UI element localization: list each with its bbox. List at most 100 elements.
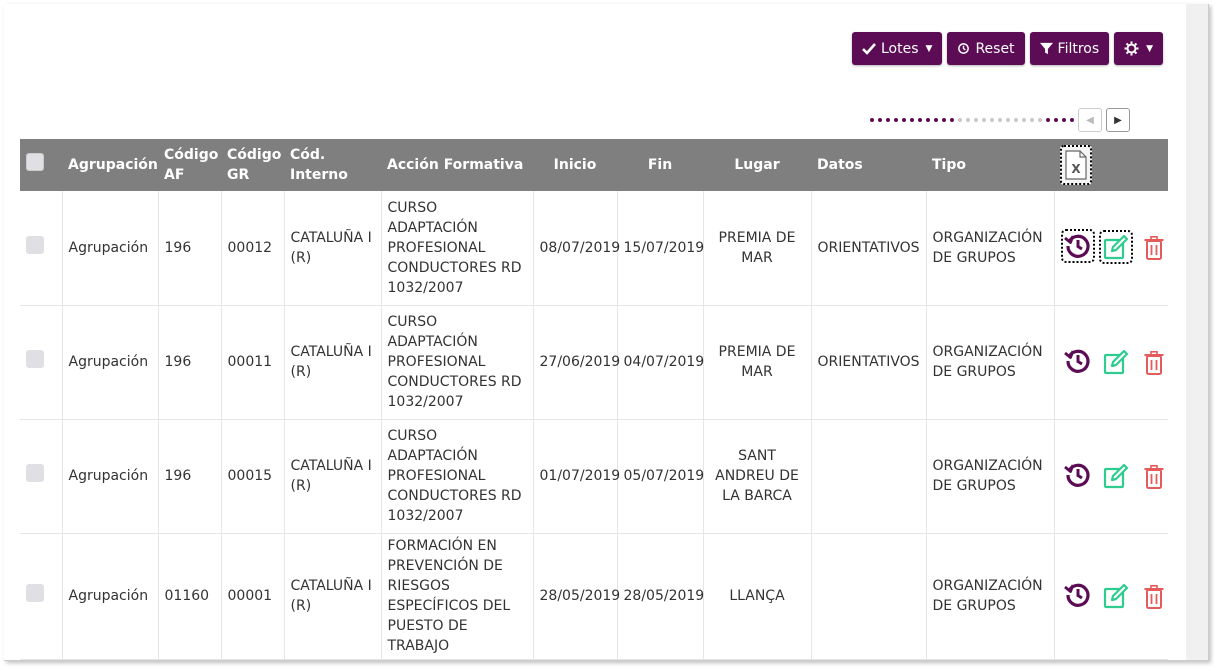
pager-dot [974,118,978,122]
header-fin[interactable]: Fin [617,139,703,191]
history-icon [1063,463,1090,487]
reset-button[interactable]: Reset [947,32,1025,65]
table-row[interactable]: Agrupación 196 00011 CATALUÑA I (R) CURS… [20,305,1171,420]
table-row[interactable]: Agrupación 196 00015 CATALUÑA I (R) CURS… [20,419,1171,534]
header-datos[interactable]: Datos [811,139,926,191]
header-agrupacion[interactable]: Agrupación [62,139,158,191]
filtros-button[interactable]: Filtros [1029,32,1110,65]
cell-accion-formativa: CURSO ADAPTACIÓN PROFESIONAL CONDUCTORES… [381,305,534,420]
header-actions: X [1054,139,1168,191]
reset-label: Reset [975,40,1015,57]
cell-fin: 05/07/2019 [617,419,704,534]
cell-cod-interno: CATALUÑA I (R) [284,305,382,420]
cell-codigo-af: 196 [158,191,222,306]
row-checkbox[interactable] [26,235,44,254]
select-all-checkbox[interactable] [26,153,44,171]
cell-datos [811,533,927,660]
cell-inicio: 01/07/2019 [533,419,620,534]
header-accion-formativa[interactable]: Acción Formativa [381,139,533,191]
history-button[interactable] [1061,344,1095,378]
edit-icon [1103,235,1129,260]
check-icon [862,42,876,55]
cell-cod-interno: CATALUÑA I (R) [284,533,382,660]
cell-agrupacion: Agrupación [62,533,159,660]
prev-page-button[interactable]: ◀ [1078,108,1102,132]
cell-fin: 28/05/2019 [617,533,704,660]
excel-export-button[interactable]: X [1060,144,1092,185]
cell-accion-formativa: CURSO ADAPTACIÓN PROFESIONAL CONDUCTORES… [381,191,534,306]
pager-dot [1038,118,1042,122]
pager-dot [934,118,938,122]
edit-button[interactable] [1098,230,1133,265]
cell-agrupacion: Agrupación [62,191,159,306]
pager-dot [990,118,994,122]
gear-icon [1124,41,1139,56]
pager-dot [878,118,882,122]
header-cod-interno[interactable]: Cód. Interno [284,139,381,191]
lotes-button[interactable]: Lotes ▼ [852,32,943,65]
pager-dot [1070,118,1074,122]
history-button[interactable] [1060,229,1095,264]
header-codigo-gr-line2: GR [227,167,250,183]
edit-button[interactable] [1099,459,1133,493]
trash-icon [1144,464,1164,489]
delete-button[interactable] [1137,231,1171,265]
cell-codigo-af: 196 [158,305,222,420]
select-all-cell [20,139,62,191]
row-checkbox[interactable] [26,584,44,602]
row-actions [1054,305,1171,420]
table-row[interactable]: Agrupación 01160 00001 CATALUÑA I (R) FO… [20,533,1171,660]
cell-fin: 15/07/2019 [617,191,704,306]
header-lugar[interactable]: Lugar [703,139,811,191]
pager-dot [998,118,1002,122]
pager-dot [870,118,874,122]
history-button[interactable] [1061,458,1095,492]
row-checkbox[interactable] [26,350,44,368]
cell-cod-interno: CATALUÑA I (R) [284,419,382,534]
cell-lugar: SANT ANDREU DE LA BARCA [703,419,812,534]
delete-button[interactable] [1137,346,1171,380]
row-select-cell [20,191,63,306]
cell-tipo: ORGANIZACIÓN DE GRUPOS [926,191,1055,306]
data-table: Agrupación Código AF Código GR Cód. Interno… [20,139,1168,660]
cell-datos: ORIENTATIVOS [811,305,927,420]
header-codigo-gr[interactable]: Código GR [221,139,284,191]
table-header-row: Agrupación Código AF Código GR Cód. Interno… [20,139,1168,191]
row-select-cell [20,305,63,420]
header-codigo-af[interactable]: Código AF [158,139,221,191]
pager-dot [894,118,898,122]
excel-export-icon: X [1065,149,1087,180]
cell-cod-interno: CATALUÑA I (R) [284,191,382,306]
cell-codigo-gr: 00001 [221,533,285,660]
vertical-scrollbar[interactable] [1186,4,1208,660]
cell-tipo: ORGANIZACIÓN DE GRUPOS [926,419,1055,534]
lotes-label: Lotes [881,40,919,57]
cell-codigo-af: 01160 [158,533,222,660]
toolbar: Lotes ▼ Reset Filtros ▼ [852,32,1164,65]
header-tipo[interactable]: Tipo [926,139,1054,191]
history-button[interactable] [1061,578,1095,612]
filter-icon [1039,42,1053,55]
pager-dot [902,118,906,122]
history-icon [1063,349,1090,373]
edit-button[interactable] [1099,579,1133,613]
cell-lugar: PREMIA DE MAR [703,191,812,306]
settings-button[interactable]: ▼ [1114,32,1164,65]
cell-inicio: 08/07/2019 [533,191,620,306]
table-row[interactable]: Agrupación 196 00012 CATALUÑA I (R) CURS… [20,191,1171,306]
pager-dot [926,118,930,122]
header-codigo-af-line1: Código [164,147,219,163]
delete-button[interactable] [1137,460,1171,494]
pager-dot [966,118,970,122]
next-page-button[interactable]: ▶ [1106,108,1130,132]
trash-icon [1144,584,1164,609]
row-actions [1054,533,1171,660]
row-checkbox[interactable] [26,464,44,482]
pager-dots [870,118,1074,122]
delete-button[interactable] [1137,580,1171,614]
cell-codigo-af: 196 [158,419,222,534]
header-inicio[interactable]: Inicio [533,139,617,191]
edit-button[interactable] [1099,345,1133,379]
history-icon [958,43,970,54]
cell-agrupacion: Agrupación [62,419,159,534]
